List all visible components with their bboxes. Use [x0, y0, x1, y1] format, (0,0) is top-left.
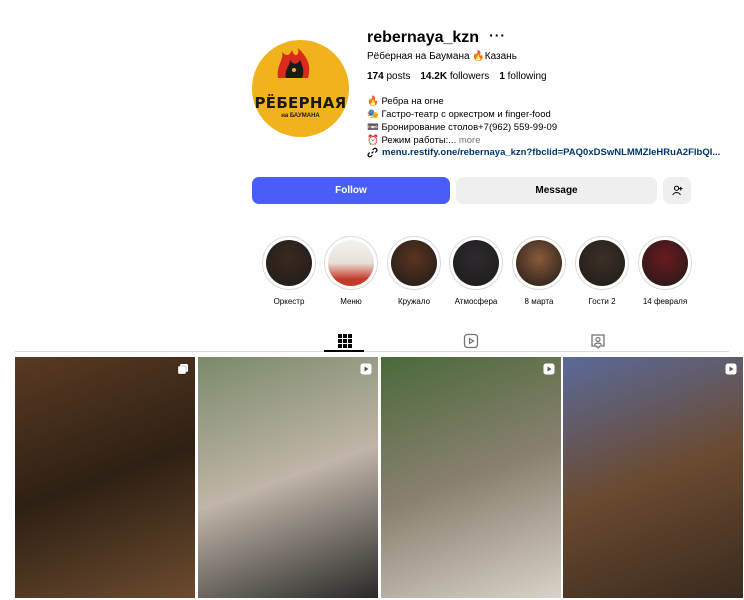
reel-icon	[725, 363, 737, 375]
highlight-item[interactable]: Меню	[324, 236, 378, 306]
post-thumbnail[interactable]	[563, 357, 743, 598]
active-tab-indicator	[324, 350, 364, 352]
more-options-icon[interactable]: ···	[489, 27, 506, 43]
post-thumbnail[interactable]	[381, 357, 561, 598]
tabs-divider	[15, 351, 729, 352]
suggest-user-button[interactable]	[663, 177, 691, 204]
profile-subtitle: Рёберная на Баумана 🔥Казань	[367, 51, 517, 62]
link-icon	[367, 147, 378, 158]
highlight-cover	[512, 236, 566, 290]
logo-subtext: на БАУМАНА	[281, 113, 320, 119]
followers-stat[interactable]: 14.2K followers	[420, 71, 489, 82]
tagged-icon[interactable]	[590, 333, 606, 349]
highlight-item[interactable]: Оркестр	[262, 236, 316, 306]
add-user-icon	[671, 185, 683, 196]
highlight-image	[266, 240, 312, 286]
bio-line: 📼 Бронирование столов+7(962) 559-99-09	[367, 122, 558, 133]
reels-icon[interactable]	[463, 333, 479, 349]
highlight-image	[453, 240, 499, 286]
following-stat[interactable]: 1 following	[499, 71, 546, 82]
bio-line: 🔥 Ребра на огне	[367, 96, 444, 107]
profile-link[interactable]: menu.restify.one/rebernaya_kzn?fbclid=PA…	[367, 147, 720, 158]
bio-more-link[interactable]: more	[459, 135, 481, 146]
highlight-cover	[638, 236, 692, 290]
message-button[interactable]: Message	[456, 177, 657, 204]
grid-icon[interactable]	[337, 333, 353, 349]
highlight-image	[642, 240, 688, 286]
highlight-label: 14 февраля	[642, 297, 688, 306]
highlight-label: Оркестр	[273, 297, 305, 306]
highlight-item[interactable]: Гости 2	[575, 236, 629, 306]
reel-icon	[360, 363, 372, 375]
username-row: rebernaya_kzn ···	[367, 27, 506, 47]
logo-text: РЁБЕРНАЯ	[254, 94, 347, 112]
profile-link-text: menu.restify.one/rebernaya_kzn?fbclid=PA…	[382, 147, 721, 158]
username: rebernaya_kzn	[367, 29, 480, 46]
highlight-cover	[449, 236, 503, 290]
highlight-item[interactable]: 14 февраля	[638, 236, 692, 306]
highlight-cover	[262, 236, 316, 290]
bio-line: ⏰ Режим работы:... more	[367, 135, 481, 146]
highlight-image	[328, 240, 374, 286]
profile-stats: 174 posts 14.2K followers 1 following	[367, 71, 547, 82]
highlight-item[interactable]: Атмосфера	[449, 236, 503, 306]
highlight-image	[391, 240, 437, 286]
profile-avatar[interactable]: РЁБЕРНАЯ на БАУМАНА	[252, 40, 349, 137]
post-thumbnail[interactable]	[198, 357, 378, 598]
highlight-label: Кружало	[397, 297, 431, 306]
posts-stat: 174 posts	[367, 71, 411, 82]
highlight-image	[516, 240, 562, 286]
highlight-label: Атмосфера	[454, 297, 498, 306]
post-thumbnail[interactable]	[15, 357, 195, 598]
reel-icon	[543, 363, 555, 375]
highlight-cover	[387, 236, 441, 290]
highlight-label: Гости 2	[588, 297, 616, 306]
highlight-item[interactable]: 8 марта	[512, 236, 566, 306]
profile-bio: 🔥 Ребра на огне 🎭 Гастро-театр с оркестр…	[367, 95, 557, 147]
carousel-icon	[177, 364, 188, 375]
highlight-image	[579, 240, 625, 286]
highlight-cover	[324, 236, 378, 290]
highlight-cover	[575, 236, 629, 290]
highlight-label: Меню	[340, 297, 362, 306]
flame-icon	[277, 48, 310, 78]
highlight-item[interactable]: Кружало	[387, 236, 441, 306]
highlight-label: 8 марта	[524, 297, 554, 306]
follow-button[interactable]: Follow	[252, 177, 450, 204]
bio-line: 🎭 Гастро-театр с оркестром и finger-food	[367, 109, 551, 120]
